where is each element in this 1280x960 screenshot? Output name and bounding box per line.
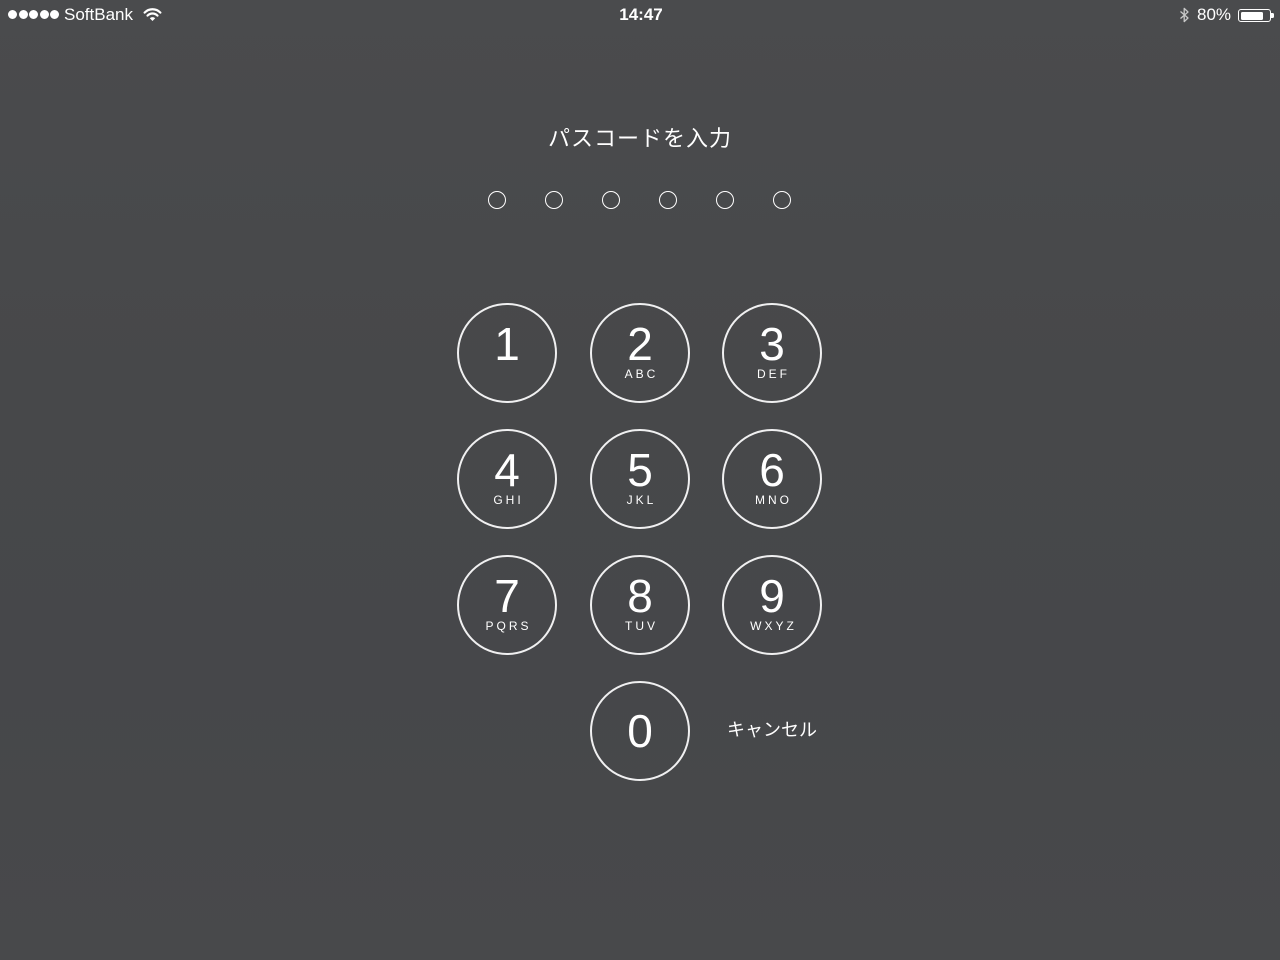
- signal-dot: [18, 10, 28, 19]
- signal-dot: [39, 10, 49, 19]
- key-digit: 4: [494, 444, 520, 496]
- key-letters: PQRS: [485, 619, 532, 633]
- key-letters: MNO: [755, 493, 792, 507]
- passcode-dot: [659, 191, 677, 209]
- keypad-key-4[interactable]: 4 GHI: [457, 429, 557, 529]
- passcode-dot: [773, 191, 791, 209]
- passcode-dot: [488, 191, 506, 209]
- passcode-dot: [716, 191, 734, 209]
- key-letters: TUV: [625, 619, 658, 633]
- key-letters: GHI: [493, 493, 524, 507]
- key-digit: 1: [494, 318, 520, 370]
- status-time: 14:47: [619, 5, 663, 24]
- signal-dot: [50, 10, 59, 19]
- key-letters: WXYZ: [750, 619, 797, 633]
- keypad-key-6[interactable]: 6 MNO: [722, 429, 822, 529]
- key-digit: 8: [627, 570, 653, 622]
- keypad-key-7[interactable]: 7 PQRS: [457, 555, 557, 655]
- signal-dot: [29, 10, 38, 19]
- keypad-key-2[interactable]: 2 ABC: [590, 303, 690, 403]
- keypad-key-9[interactable]: 9 WXYZ: [722, 555, 822, 655]
- status-bar: SoftBank 14:47 80%: [0, 0, 1280, 30]
- key-digit: 9: [759, 570, 785, 622]
- passcode-dot: [545, 191, 563, 209]
- battery-terminal: [1271, 13, 1274, 18]
- keypad-key-3[interactable]: 3 DEF: [722, 303, 822, 403]
- passcode-dot: [602, 191, 620, 209]
- key-digit: 2: [627, 318, 653, 370]
- key-letters: DEF: [757, 367, 790, 381]
- signal-strength-indicator: [8, 10, 64, 20]
- battery-icon: [1238, 9, 1274, 22]
- wifi-icon: [143, 7, 162, 22]
- key-digit: 6: [759, 444, 785, 496]
- key-letters: JKL: [626, 493, 657, 507]
- bluetooth-icon: [1179, 7, 1190, 23]
- key-digit: 5: [627, 444, 653, 496]
- signal-dot: [8, 10, 17, 19]
- keypad-key-8[interactable]: 8 TUV: [590, 555, 690, 655]
- keypad-key-0[interactable]: 0: [590, 681, 690, 781]
- carrier-name: SoftBank: [64, 5, 133, 24]
- passcode-lock-screen: SoftBank 14:47 80% パスコードを入力 1 2 ABC 3 DE…: [0, 0, 1280, 960]
- passcode-dots: [488, 191, 792, 209]
- key-digit: 7: [494, 570, 520, 622]
- keypad-key-1[interactable]: 1: [457, 303, 557, 403]
- keypad-key-5[interactable]: 5 JKL: [590, 429, 690, 529]
- key-digit: 0: [627, 705, 653, 757]
- cancel-button[interactable]: キャンセル: [712, 719, 832, 743]
- passcode-prompt: パスコードを入力: [547, 127, 732, 152]
- key-letters: ABC: [624, 367, 659, 381]
- battery-percentage: 80%: [1197, 5, 1232, 24]
- battery-level-fill: [1240, 11, 1263, 20]
- key-digit: 3: [759, 318, 785, 370]
